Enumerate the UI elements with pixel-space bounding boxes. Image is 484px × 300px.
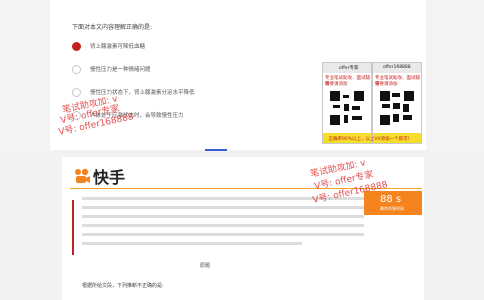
- passage-source: 原题: [200, 263, 211, 269]
- next-question-prompt: 根据所给文段，下列推断不正确的是:: [82, 283, 164, 289]
- option-3-label: 慢性压力状态下，肾上腺激素分泌水平降低: [90, 90, 195, 96]
- question-prompt: 下面对本文内容理解正确的是:: [72, 24, 153, 31]
- left-margin: [0, 0, 50, 150]
- timer-caption: 剩余作答时间: [380, 206, 404, 211]
- qr-code-icon: [330, 91, 364, 125]
- qr-card-line2: 需要请添加: [325, 82, 348, 87]
- promo-banner: 正确率90%以上，以上VX添加一个即可!: [328, 137, 410, 142]
- qr-card-title: offer专家: [339, 66, 359, 71]
- option-3[interactable]: 慢性压力状态下，肾上腺激素分泌水平降低: [72, 86, 195, 98]
- qr-card-offer-expert: offer专家 专业笔试助攻、面试辅导 需要请添加: [322, 62, 372, 144]
- timer-value: 88 s: [380, 194, 402, 205]
- brand-name: 快手: [93, 168, 126, 187]
- kuaishou-logo: 快手: [74, 164, 125, 188]
- option-1-label: 肾上腺激素可降低血糖: [90, 44, 146, 50]
- option-2-label: 慢性压力是一种情绪问题: [90, 67, 151, 73]
- option-1[interactable]: 肾上腺激素可降低血糖: [72, 40, 145, 52]
- qr-card-offer168888: offer168888 专业笔试助攻、面试辅导 需要请添加: [372, 62, 422, 144]
- scroll-indicator[interactable]: [205, 149, 227, 151]
- qr-card-line2: 需要请添加: [375, 82, 398, 87]
- passage-accent-bar: [72, 200, 74, 255]
- passage-text-block: [82, 197, 364, 251]
- radio-selected-icon[interactable]: [72, 41, 81, 51]
- option-2[interactable]: 慢性压力是一种情绪问题: [72, 63, 151, 75]
- radio-icon[interactable]: [72, 64, 81, 74]
- qr-code-icon: [380, 91, 414, 125]
- radio-icon[interactable]: [72, 87, 81, 97]
- qr-card-title: offer168888: [383, 65, 411, 70]
- kuaishou-logo-icon: [74, 168, 90, 184]
- countdown-timer: 88 s 剩余作答时间: [364, 191, 422, 215]
- right-margin: [426, 0, 484, 150]
